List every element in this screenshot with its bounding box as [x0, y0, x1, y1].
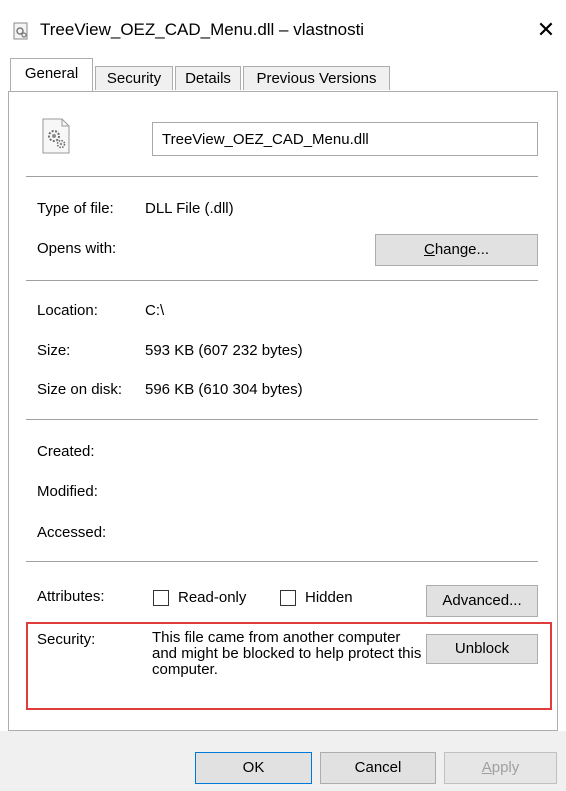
hidden-checkbox[interactable] — [280, 590, 296, 606]
tab-previous-versions[interactable]: Previous Versions — [243, 66, 390, 90]
file-name-input[interactable] — [152, 122, 538, 156]
apply-button-label: pply — [491, 759, 520, 776]
tab-general[interactable]: General — [10, 58, 93, 91]
tab-label: Security — [106, 70, 162, 87]
ok-button-label: OK — [242, 759, 265, 776]
tab-label: Previous Versions — [256, 70, 377, 87]
separator — [26, 176, 538, 177]
tab-security[interactable]: Security — [95, 66, 173, 90]
type-of-file-label: Type of file: — [37, 200, 114, 217]
size-on-disk-label: Size on disk: — [37, 381, 123, 398]
tab-label: General — [24, 65, 79, 82]
security-label: Security: — [37, 631, 96, 648]
title-bar: TreeView_OEZ_CAD_Menu.dll – vlastnosti ✕ — [0, 0, 566, 60]
modified-label: Modified: — [37, 483, 98, 500]
separator — [26, 419, 538, 420]
ok-button[interactable]: OK — [195, 752, 312, 784]
attributes-label: Attributes: — [37, 588, 105, 605]
separator — [26, 280, 538, 281]
advanced-button[interactable]: Advanced... — [426, 585, 538, 617]
created-label: Created: — [37, 443, 95, 460]
dll-file-icon — [42, 118, 70, 154]
dll-file-icon — [13, 22, 28, 40]
size-on-disk-value: 596 KB (610 304 bytes) — [145, 381, 303, 398]
separator — [26, 561, 538, 562]
tab-details[interactable]: Details — [175, 66, 241, 90]
opens-with-label: Opens with: — [37, 240, 117, 257]
unblock-button-label: Unblock — [454, 640, 510, 657]
read-only-checkbox[interactable] — [153, 590, 169, 606]
unblock-button[interactable]: Unblock — [426, 634, 538, 664]
type-of-file-value: DLL File (.dll) — [145, 200, 234, 217]
cancel-button-label: Cancel — [354, 759, 402, 776]
change-accelerator: C — [423, 241, 435, 258]
tab-label: Details — [185, 70, 231, 87]
change-button-label: hange... — [434, 241, 490, 258]
apply-accelerator: A — [481, 759, 492, 776]
size-label: Size: — [37, 342, 71, 359]
close-icon: ✕ — [536, 17, 556, 42]
advanced-button-label: Advanced... — [442, 592, 522, 609]
apply-button[interactable]: Apply — [444, 752, 557, 784]
cancel-button[interactable]: Cancel — [320, 752, 436, 784]
read-only-label: Read-only — [178, 589, 247, 606]
close-button[interactable]: ✕ — [530, 14, 562, 46]
location-label: Location: — [37, 302, 98, 319]
window-title: TreeView_OEZ_CAD_Menu.dll – vlastnosti — [40, 20, 365, 39]
hidden-label: Hidden — [305, 589, 353, 606]
size-value: 593 KB (607 232 bytes) — [145, 342, 303, 359]
accessed-label: Accessed: — [37, 524, 107, 541]
location-value: C:\ — [145, 302, 165, 319]
security-message: This file came from another computer and… — [152, 629, 422, 678]
change-button[interactable]: Change... — [375, 234, 538, 266]
